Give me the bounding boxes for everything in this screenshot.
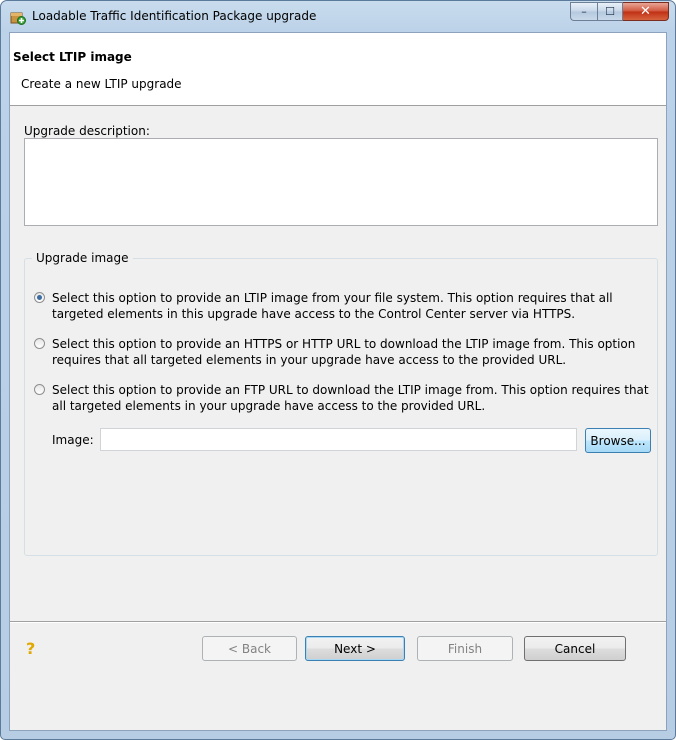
close-button[interactable]: ✕ — [623, 2, 669, 21]
option-http-url[interactable]: Select this option to provide an HTTPS o… — [34, 336, 654, 368]
package-upgrade-icon — [10, 12, 26, 25]
option-ftp-url[interactable]: Select this option to provide an FTP URL… — [34, 382, 654, 414]
minimize-icon: – — [581, 5, 587, 18]
option-file-system[interactable]: Select this option to provide an LTIP im… — [34, 290, 654, 322]
caption-buttons: – ☐ ✕ — [570, 2, 669, 22]
maximize-button[interactable]: ☐ — [597, 2, 623, 21]
window-title: Loadable Traffic Identification Package … — [32, 9, 317, 23]
option-file-system-text: Select this option to provide an LTIP im… — [52, 291, 613, 321]
upgrade-description-label: Upgrade description: — [24, 124, 150, 138]
page-subtitle: Create a new LTIP upgrade — [21, 77, 182, 91]
dialog-client-area: Select LTIP image Create a new LTIP upgr… — [9, 32, 667, 731]
image-path-input[interactable] — [100, 428, 577, 451]
upgrade-image-group-label: Upgrade image — [32, 251, 133, 265]
option-http-url-text: Select this option to provide an HTTPS o… — [52, 337, 636, 367]
radio-file-system[interactable] — [34, 292, 45, 303]
browse-button[interactable]: Browse... — [585, 428, 651, 453]
option-ftp-url-text: Select this option to provide an FTP URL… — [52, 383, 649, 413]
cancel-button[interactable]: Cancel — [524, 636, 626, 661]
next-button[interactable]: Next > — [305, 636, 405, 661]
close-icon: ✕ — [640, 4, 651, 19]
help-icon[interactable]: ? — [26, 639, 35, 658]
page-title: Select LTIP image — [13, 50, 132, 64]
back-button[interactable]: < Back — [202, 636, 297, 661]
maximize-icon: ☐ — [605, 5, 615, 18]
wizard-header: Select LTIP image Create a new LTIP upgr… — [10, 33, 666, 106]
image-label: Image: — [52, 433, 94, 447]
minimize-button[interactable]: – — [570, 2, 597, 21]
radio-ftp-url[interactable] — [34, 384, 45, 395]
footer-separator — [10, 621, 666, 623]
finish-button[interactable]: Finish — [417, 636, 513, 661]
radio-http-url[interactable] — [34, 338, 45, 349]
upgrade-description-field[interactable] — [24, 138, 658, 226]
title-bar[interactable]: Loadable Traffic Identification Package … — [1, 1, 675, 31]
wizard-window: Loadable Traffic Identification Package … — [0, 0, 676, 740]
